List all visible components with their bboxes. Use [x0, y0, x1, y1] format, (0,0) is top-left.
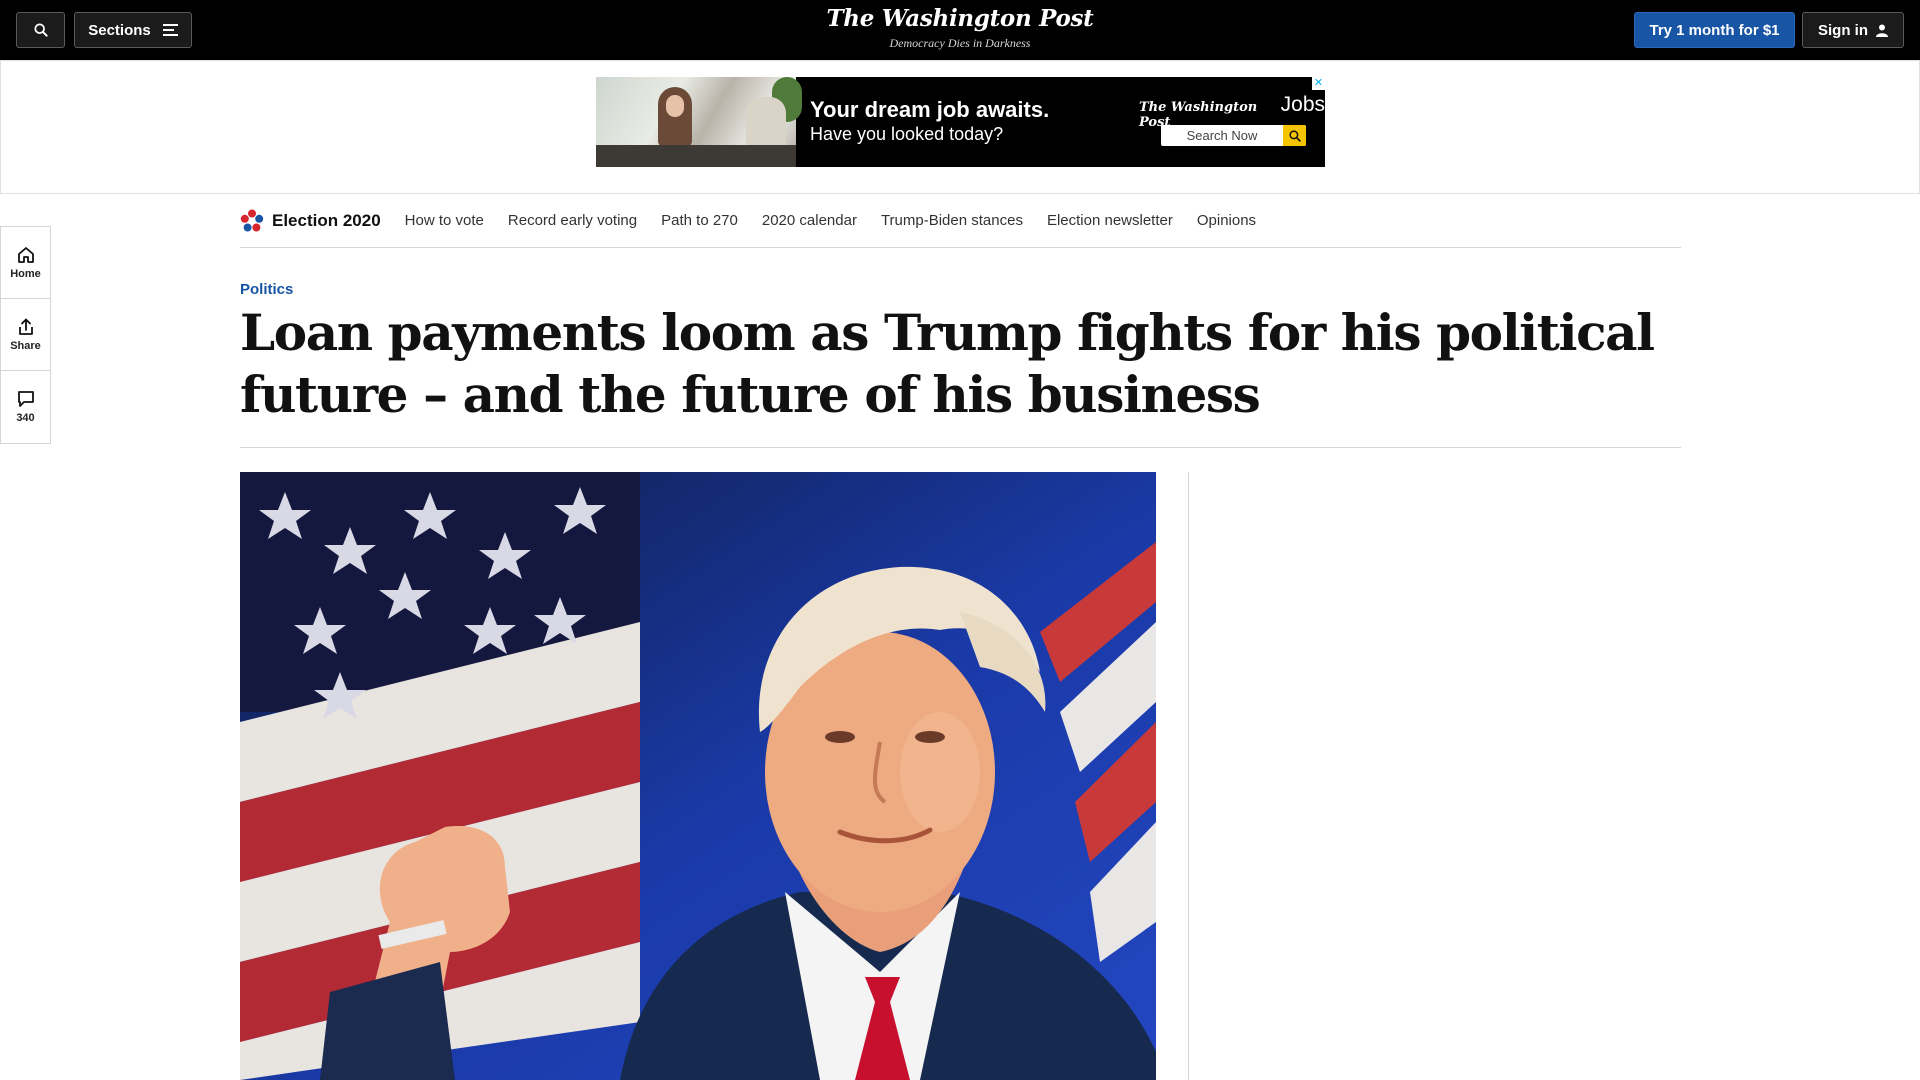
nav-item-record-early-voting[interactable]: Record early voting — [508, 212, 637, 229]
headline-divider — [240, 447, 1681, 448]
home-label: Home — [10, 267, 41, 280]
comments-count: 340 — [16, 412, 35, 424]
search-icon — [33, 23, 48, 37]
nav-item-how-to-vote[interactable]: How to vote — [405, 212, 484, 229]
ad-search-label[interactable]: Search Now — [1161, 125, 1283, 146]
ad-photo — [596, 77, 802, 167]
nav-item-trump-biden-stances[interactable]: Trump-Biden stances — [881, 212, 1023, 229]
home-icon — [17, 246, 34, 263]
election-nav-brand[interactable]: Election 2020 — [240, 209, 381, 233]
top-bar: Sections The Washington Post Democracy D… — [0, 0, 1920, 60]
nav-item-opinions[interactable]: Opinions — [1197, 212, 1256, 229]
masthead-logo[interactable]: The Washington Post — [760, 4, 1160, 34]
share-button[interactable]: Share — [1, 299, 50, 371]
column-divider — [1188, 472, 1189, 1080]
sign-in-button[interactable]: Sign in — [1802, 12, 1904, 48]
share-label: Share — [10, 339, 41, 352]
nav-item-election-newsletter[interactable]: Election newsletter — [1047, 212, 1173, 229]
lead-photo-art — [240, 472, 1156, 1080]
nav-item-path-to-270[interactable]: Path to 270 — [661, 212, 738, 229]
ad-search-button[interactable] — [1283, 125, 1306, 146]
left-rail: Home Share 340 — [0, 226, 51, 444]
share-icon — [18, 318, 33, 335]
search-button[interactable] — [16, 12, 65, 48]
article-kicker[interactable]: Politics — [240, 281, 293, 298]
search-icon — [1288, 129, 1301, 142]
nav-item-2020-calendar[interactable]: 2020 calendar — [762, 212, 857, 229]
sections-button[interactable]: Sections — [74, 12, 192, 48]
lead-photo — [240, 472, 1156, 1080]
sections-label: Sections — [88, 21, 151, 39]
user-icon — [1876, 24, 1888, 37]
comment-icon — [17, 391, 34, 407]
ad-search-box[interactable]: Search Now — [1161, 125, 1306, 146]
ad-strip: Your dream job awaits. Have you looked t… — [0, 60, 1920, 194]
masthead-tagline: Democracy Dies in Darkness — [889, 36, 1031, 50]
close-icon[interactable]: ✕ — [1312, 77, 1325, 90]
jobs-ad-banner[interactable]: Your dream job awaits. Have you looked t… — [596, 77, 1325, 167]
sign-in-label: Sign in — [1818, 21, 1868, 39]
election-nav: Election 2020 How to vote Record early v… — [240, 194, 1681, 248]
menu-icon — [162, 24, 178, 36]
comments-button[interactable]: 340 — [1, 371, 50, 443]
subscribe-button[interactable]: Try 1 month for $1 — [1634, 12, 1795, 48]
home-button[interactable]: Home — [1, 227, 50, 299]
ad-brand-product: Jobs — [1280, 93, 1325, 116]
election-nav-brand-label: Election 2020 — [272, 210, 381, 230]
article-headline: Loan payments loom as Trump fights for h… — [240, 303, 1655, 424]
masthead[interactable]: The Washington Post Democracy Dies in Da… — [760, 4, 1160, 51]
ad-headline: Your dream job awaits. — [810, 97, 1050, 122]
election-star-icon — [240, 209, 264, 231]
ad-subline: Have you looked today? — [810, 124, 1004, 144]
